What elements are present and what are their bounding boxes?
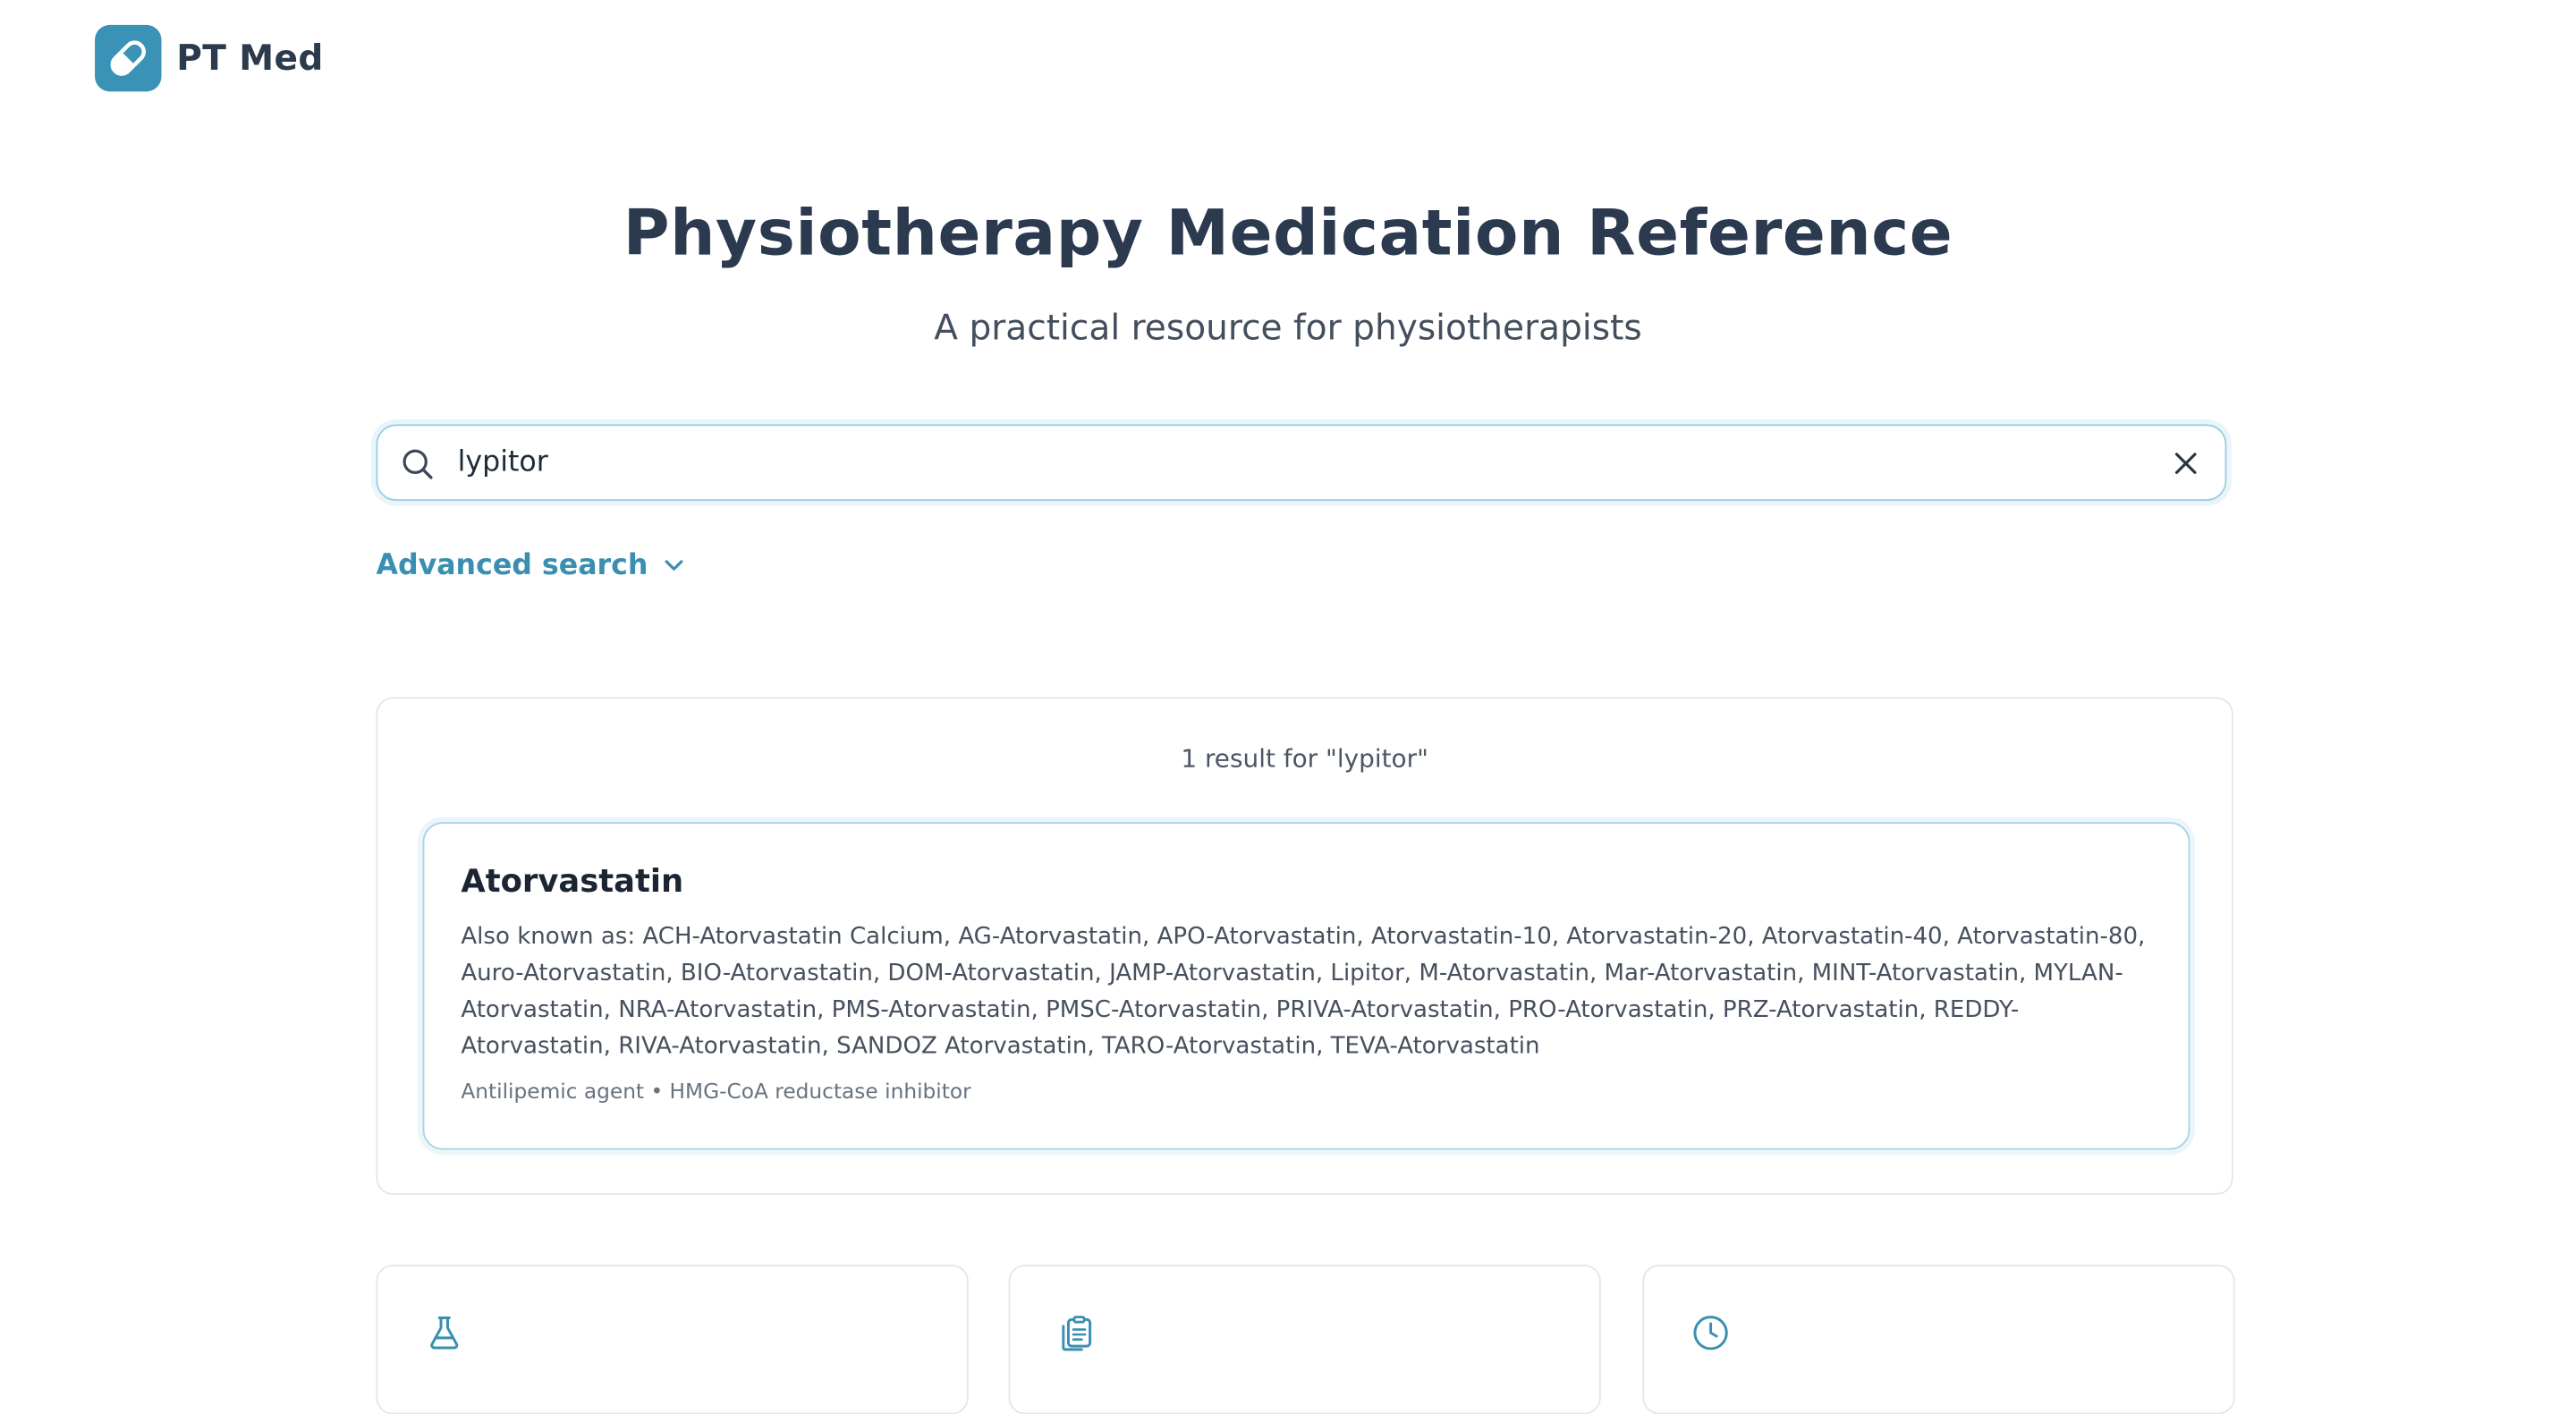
search-bar <box>376 424 2227 502</box>
result-card-atorvastatin[interactable]: Atorvastatin Also known as: ACH-Atorvast… <box>422 822 2190 1150</box>
search-icon <box>402 449 433 479</box>
pill-icon <box>95 24 162 92</box>
drug-name: Atorvastatin <box>461 863 684 901</box>
drug-aliases: Also known as: ACH-Atorvastatin Calcium,… <box>461 923 2146 1061</box>
flask-icon <box>430 1317 459 1350</box>
advanced-search-label: Advanced search <box>376 548 648 583</box>
feature-card-1[interactable] <box>376 1264 969 1414</box>
feature-card-3[interactable] <box>1642 1264 2235 1414</box>
feature-card-2[interactable] <box>1008 1264 1601 1414</box>
clipboard-icon <box>1062 1316 1092 1351</box>
page-subtitle: A practical resource for physiotherapist… <box>934 308 1642 348</box>
advanced-search-toggle[interactable]: Advanced search <box>376 549 684 582</box>
clock-icon <box>1693 1316 1728 1350</box>
page-title: Physiotherapy Medication Reference <box>623 196 1953 270</box>
search-input[interactable] <box>457 439 2123 487</box>
chevron-down-icon <box>665 560 684 571</box>
close-icon[interactable] <box>2174 451 2199 476</box>
result-count: 1 result for "lypitor" <box>1181 743 1428 775</box>
brand-name: PT Med <box>176 38 324 79</box>
drug-classification: Antilipemic agent • HMG-CoA reductase in… <box>461 1078 971 1104</box>
brand-logo[interactable]: PT Med <box>95 24 324 92</box>
results-panel: 1 result for "lypitor" Atorvastatin Also… <box>376 697 2233 1195</box>
